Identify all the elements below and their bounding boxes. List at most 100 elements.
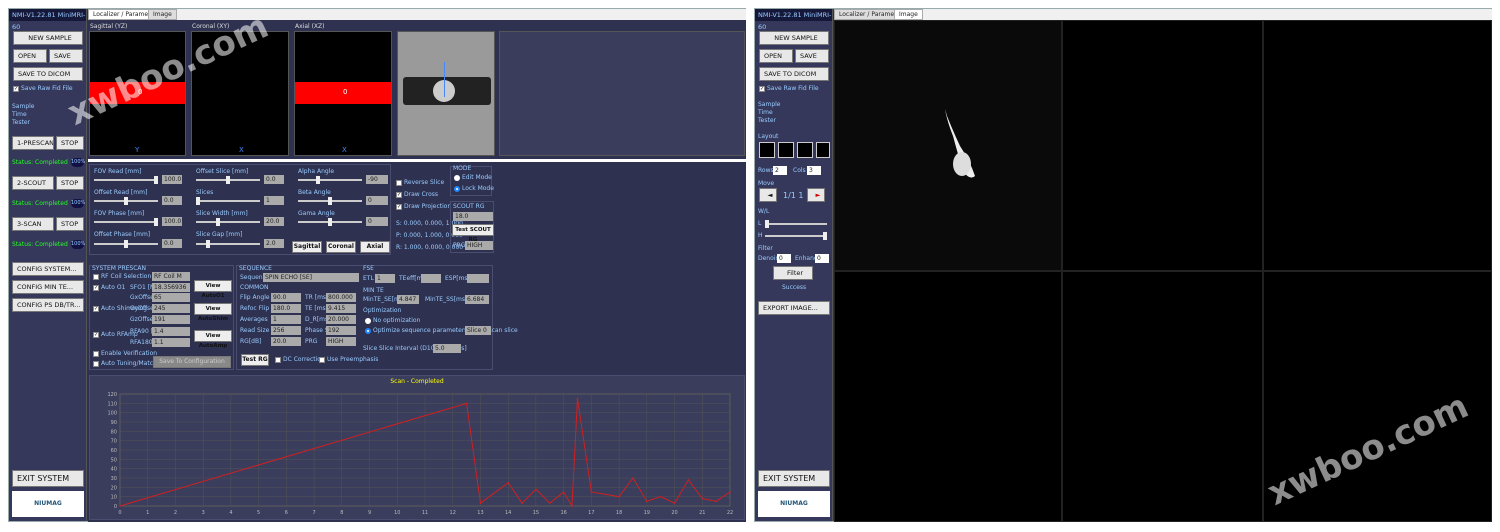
gz-offset-field[interactable]: 191 bbox=[152, 315, 190, 324]
save-to-dicom-button[interactable]: SAVE TO DICOM bbox=[13, 67, 83, 81]
new-sample-button-right[interactable]: NEW SAMPLE bbox=[759, 31, 829, 45]
preemphasis-checkbox[interactable] bbox=[319, 357, 325, 363]
flip-angle-field[interactable]: 90.0 bbox=[271, 293, 301, 302]
rg-field[interactable]: 20.0 bbox=[271, 337, 301, 346]
stop-button-3[interactable]: STOP bbox=[56, 217, 84, 231]
optimize-radio[interactable] bbox=[365, 328, 371, 334]
gx-offset-field[interactable]: 65 bbox=[152, 293, 190, 302]
minte-se-field[interactable]: 4.847 bbox=[397, 295, 419, 304]
rfa90-field[interactable]: 1.4 bbox=[152, 327, 190, 336]
save-raw-checkbox-right[interactable]: ✓ bbox=[759, 86, 765, 92]
rows-field[interactable]: 2 bbox=[773, 166, 787, 175]
scout-prg-select[interactable]: HIGH bbox=[465, 241, 493, 250]
window-slider[interactable] bbox=[765, 232, 827, 240]
te-field[interactable]: 9.415 bbox=[326, 304, 356, 313]
slice-interval-field[interactable]: 5.0 bbox=[433, 344, 461, 353]
averages-field[interactable]: 1 bbox=[271, 315, 301, 324]
enable-verification-checkbox[interactable] bbox=[93, 351, 99, 357]
save-raw-checkbox[interactable]: ✓ bbox=[13, 86, 19, 92]
edit-mode-radio[interactable] bbox=[454, 175, 460, 181]
layout-2x3-icon[interactable] bbox=[797, 142, 813, 158]
slice-gap-field[interactable]: 2.0 bbox=[264, 239, 284, 248]
scout-button[interactable]: 2-SCOUT bbox=[12, 176, 54, 190]
offset-read-field[interactable]: 0.0 bbox=[162, 196, 182, 205]
axial-view[interactable]: Axial (XZ) 0 X bbox=[294, 23, 392, 156]
prg-select[interactable]: HIGH bbox=[326, 337, 356, 346]
open-button[interactable]: OPEN bbox=[13, 49, 47, 63]
sfo1-field[interactable]: 18.356936 bbox=[152, 283, 190, 292]
dr-field[interactable]: 20.000 bbox=[326, 315, 356, 324]
image-cell-3[interactable] bbox=[1263, 20, 1492, 271]
read-size-field[interactable]: 256 bbox=[271, 326, 301, 335]
rf-coil-checkbox[interactable] bbox=[93, 274, 99, 280]
denoise-field[interactable]: 0 bbox=[777, 254, 791, 263]
enhance-field[interactable]: 0 bbox=[815, 254, 829, 263]
slice-width-field[interactable]: 20.0 bbox=[264, 217, 284, 226]
minte-ss-field[interactable]: 6.684 bbox=[465, 295, 489, 304]
view-auto-amp-button[interactable]: View AutoAmp bbox=[194, 330, 232, 349]
new-sample-button[interactable]: NEW SAMPLE bbox=[13, 31, 83, 45]
export-image-button[interactable]: EXPORT IMAGE... bbox=[758, 301, 830, 315]
slices-field[interactable]: 1 bbox=[264, 196, 284, 205]
reverse-slice-checkbox[interactable] bbox=[396, 180, 402, 186]
tab-image-right[interactable]: Image bbox=[894, 9, 923, 20]
test-rg-button[interactable]: Test RG bbox=[241, 354, 269, 366]
save-to-config-button[interactable]: Save To Configuration bbox=[153, 356, 231, 368]
axial-button[interactable]: Axial bbox=[360, 241, 390, 253]
save-to-dicom-button-right[interactable]: SAVE TO DICOM bbox=[759, 67, 829, 81]
config-system-button[interactable]: CONFIG SYSTEM... bbox=[12, 262, 84, 276]
slice-optimize-select[interactable]: Slice 0 bbox=[465, 326, 491, 335]
sagittal-button[interactable]: Sagittal bbox=[292, 241, 322, 253]
layout-icons[interactable] bbox=[759, 142, 831, 162]
layout-2x2-icon[interactable] bbox=[759, 142, 775, 158]
coronal-button[interactable]: Coronal bbox=[326, 241, 356, 253]
config-ps-button[interactable]: CONFIG PS DB/TR... bbox=[12, 298, 84, 312]
alpha-angle-field[interactable]: -90 bbox=[366, 175, 388, 184]
fov-phase-field[interactable]: 100.0 bbox=[162, 217, 182, 226]
view-auto-shim-button[interactable]: View AutoShim bbox=[194, 303, 232, 322]
fov-read-field[interactable]: 100.0 bbox=[162, 175, 182, 184]
gy-offset-field[interactable]: 245 bbox=[152, 304, 190, 313]
refoc-flip-field[interactable]: 180.0 bbox=[271, 304, 301, 313]
exit-system-button[interactable]: EXIT SYSTEM bbox=[12, 470, 84, 487]
open-button-right[interactable]: OPEN bbox=[759, 49, 793, 63]
tab-image[interactable]: Image bbox=[148, 9, 177, 20]
save-button-right[interactable]: SAVE bbox=[795, 49, 829, 63]
view-auto-o1-button[interactable]: View AutoO1 bbox=[194, 280, 232, 299]
prescan-button[interactable]: 1-PRESCAN bbox=[12, 136, 54, 150]
sequence-select[interactable]: SPIN ECHO [SE] bbox=[263, 273, 359, 282]
move-right-button[interactable]: ► bbox=[807, 188, 825, 202]
auto-shim-checkbox[interactable]: ✓ bbox=[93, 306, 99, 312]
tr-field[interactable]: 800.000 bbox=[326, 293, 356, 302]
rf-coil-select[interactable]: RF Coil M bbox=[152, 272, 190, 281]
image-cell-1[interactable] bbox=[834, 20, 1062, 271]
rfa180-field[interactable]: 1.1 bbox=[152, 338, 190, 347]
draw-projection-checkbox[interactable]: ✓ bbox=[396, 204, 402, 210]
gama-angle-field[interactable]: 0 bbox=[366, 217, 388, 226]
beta-angle-field[interactable]: 0 bbox=[366, 196, 388, 205]
stop-button-1[interactable]: STOP bbox=[56, 136, 84, 150]
esp-field[interactable] bbox=[467, 274, 489, 283]
exit-system-button-right[interactable]: EXIT SYSTEM bbox=[758, 470, 830, 487]
offset-phase-field[interactable]: 0.0 bbox=[162, 239, 182, 248]
image-cell-5[interactable] bbox=[1062, 271, 1263, 522]
move-left-button[interactable]: ◄ bbox=[759, 188, 777, 202]
phase-size-field[interactable]: 192 bbox=[326, 326, 356, 335]
draw-cross-checkbox[interactable]: ✓ bbox=[396, 192, 402, 198]
cols-field[interactable]: 3 bbox=[807, 166, 821, 175]
dc-correction-checkbox[interactable] bbox=[275, 357, 281, 363]
config-min-te-button[interactable]: CONFIG MIN TE... bbox=[12, 280, 84, 294]
teeff-field[interactable] bbox=[421, 274, 441, 283]
level-slider[interactable] bbox=[765, 220, 827, 228]
scan-button[interactable]: 3-SCAN bbox=[12, 217, 54, 231]
etl-field[interactable]: 1 bbox=[375, 274, 395, 283]
test-scout-button[interactable]: Test SCOUT RG bbox=[452, 224, 494, 243]
scout-rg-field[interactable]: 18.0 bbox=[453, 212, 493, 221]
no-optimization-radio[interactable] bbox=[365, 318, 371, 324]
offset-slice-field[interactable]: 0.0 bbox=[264, 175, 284, 184]
layout-4x4-icon[interactable] bbox=[816, 142, 830, 158]
auto-o1-checkbox[interactable]: ✓ bbox=[93, 285, 99, 291]
stop-button-2[interactable]: STOP bbox=[56, 176, 84, 190]
filter-button[interactable]: Filter bbox=[773, 266, 813, 280]
auto-tuning-checkbox[interactable] bbox=[93, 361, 99, 367]
